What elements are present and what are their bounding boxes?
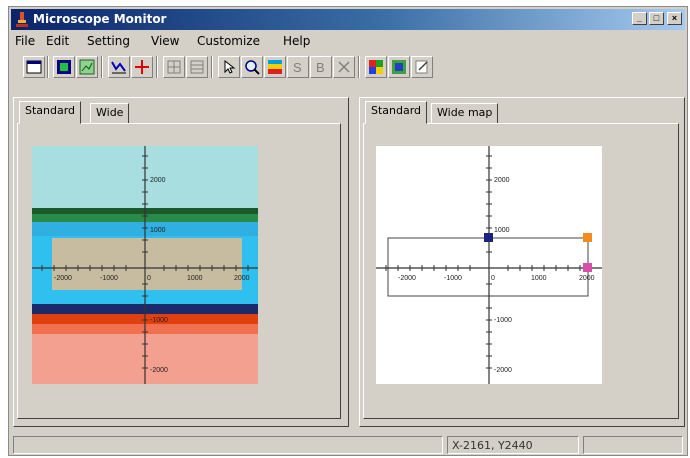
window-icon[interactable]	[23, 56, 45, 78]
right-x-label-0: 0	[491, 275, 495, 282]
menu-help[interactable]: Help	[283, 34, 310, 48]
right-y-label-neg2000: -2000	[494, 367, 512, 374]
tab-wide-left[interactable]: Wide	[90, 103, 130, 124]
right-position-map: 2000 1000 -1000 -2000 -2000 -1000 0 1000…	[376, 146, 602, 384]
palette-icon[interactable]	[388, 56, 410, 78]
menu-setting[interactable]: Setting	[87, 34, 130, 48]
marker-orange[interactable]	[583, 233, 592, 242]
app-window: Microscope Monitor _ □ × File Edit Setti…	[8, 6, 688, 456]
right-x-label-neg2000: -2000	[398, 275, 416, 282]
title-bar[interactable]: Microscope Monitor _ □ ×	[11, 9, 685, 30]
status-bar: X-2161, Y2440	[11, 435, 685, 455]
left-x-label-0: 0	[147, 275, 151, 282]
graph-icon[interactable]	[108, 56, 130, 78]
left-y-label-2000: 2000	[150, 177, 166, 184]
layout-icon[interactable]	[365, 56, 387, 78]
chart-icon[interactable]	[76, 56, 98, 78]
right-y-label-neg1000: -1000	[494, 317, 512, 324]
right-x-label-2000: 2000	[579, 275, 595, 282]
menu-bar: File Edit Setting View Customize Help	[11, 32, 685, 50]
crosshair-icon[interactable]	[131, 56, 153, 78]
left-tab-body: 2000 1000 -1000 -2000 -2000 -1000 0 1000…	[17, 123, 341, 419]
color-map-icon[interactable]	[264, 56, 286, 78]
svg-text:S: S	[293, 60, 302, 75]
tab-wide-map-right[interactable]: Wide map	[431, 103, 499, 124]
window-title: Microscope Monitor	[33, 12, 167, 26]
right-y-label-2000: 2000	[494, 177, 510, 184]
menu-edit[interactable]: Edit	[46, 34, 69, 48]
left-x-label-neg2000: -2000	[54, 275, 72, 282]
menu-customize[interactable]: Customize	[197, 34, 260, 48]
right-tab-body: 2000 1000 -1000 -2000 -2000 -1000 0 1000…	[363, 123, 679, 419]
pointer-icon[interactable]	[218, 56, 240, 78]
status-cell-extra	[583, 436, 683, 454]
toolbar: S B	[13, 53, 683, 81]
left-x-label-neg1000: -1000	[100, 275, 118, 282]
marker-pink[interactable]	[583, 263, 592, 272]
right-y-label-1000: 1000	[494, 227, 510, 234]
left-color-map: 2000 1000 -1000 -2000 -2000 -1000 0 1000…	[32, 146, 258, 384]
left-y-label-neg2000: -2000	[150, 367, 168, 374]
left-y-label-neg1000: -1000	[150, 317, 168, 324]
s-icon[interactable]: S	[287, 56, 309, 78]
delete-icon[interactable]	[333, 56, 355, 78]
menu-file[interactable]: File	[15, 34, 35, 48]
right-x-label-neg1000: -1000	[444, 275, 462, 282]
marker-blue[interactable]	[484, 233, 493, 242]
menu-view[interactable]: View	[151, 34, 179, 48]
left-x-label-2000: 2000	[234, 275, 250, 282]
close-button[interactable]: ×	[667, 12, 682, 25]
right-x-label-1000: 1000	[531, 275, 547, 282]
svg-text:B: B	[316, 60, 325, 75]
grid-icon[interactable]	[163, 56, 185, 78]
microscope-icon	[16, 12, 28, 27]
left-x-label-1000: 1000	[187, 275, 203, 282]
zoom-icon[interactable]	[241, 56, 263, 78]
edit-icon[interactable]	[411, 56, 433, 78]
tab-standard-right[interactable]: Standard	[365, 101, 428, 124]
status-coords: X-2161, Y2440	[447, 436, 579, 454]
status-cell-main	[13, 436, 443, 454]
maximize-button[interactable]: □	[649, 12, 664, 25]
tab-standard-left[interactable]: Standard	[19, 101, 82, 124]
left-y-label-1000: 1000	[150, 227, 166, 234]
grid-alt-icon[interactable]	[186, 56, 208, 78]
image-icon[interactable]	[53, 56, 75, 78]
minimize-button[interactable]: _	[632, 12, 647, 25]
b-icon[interactable]: B	[310, 56, 332, 78]
